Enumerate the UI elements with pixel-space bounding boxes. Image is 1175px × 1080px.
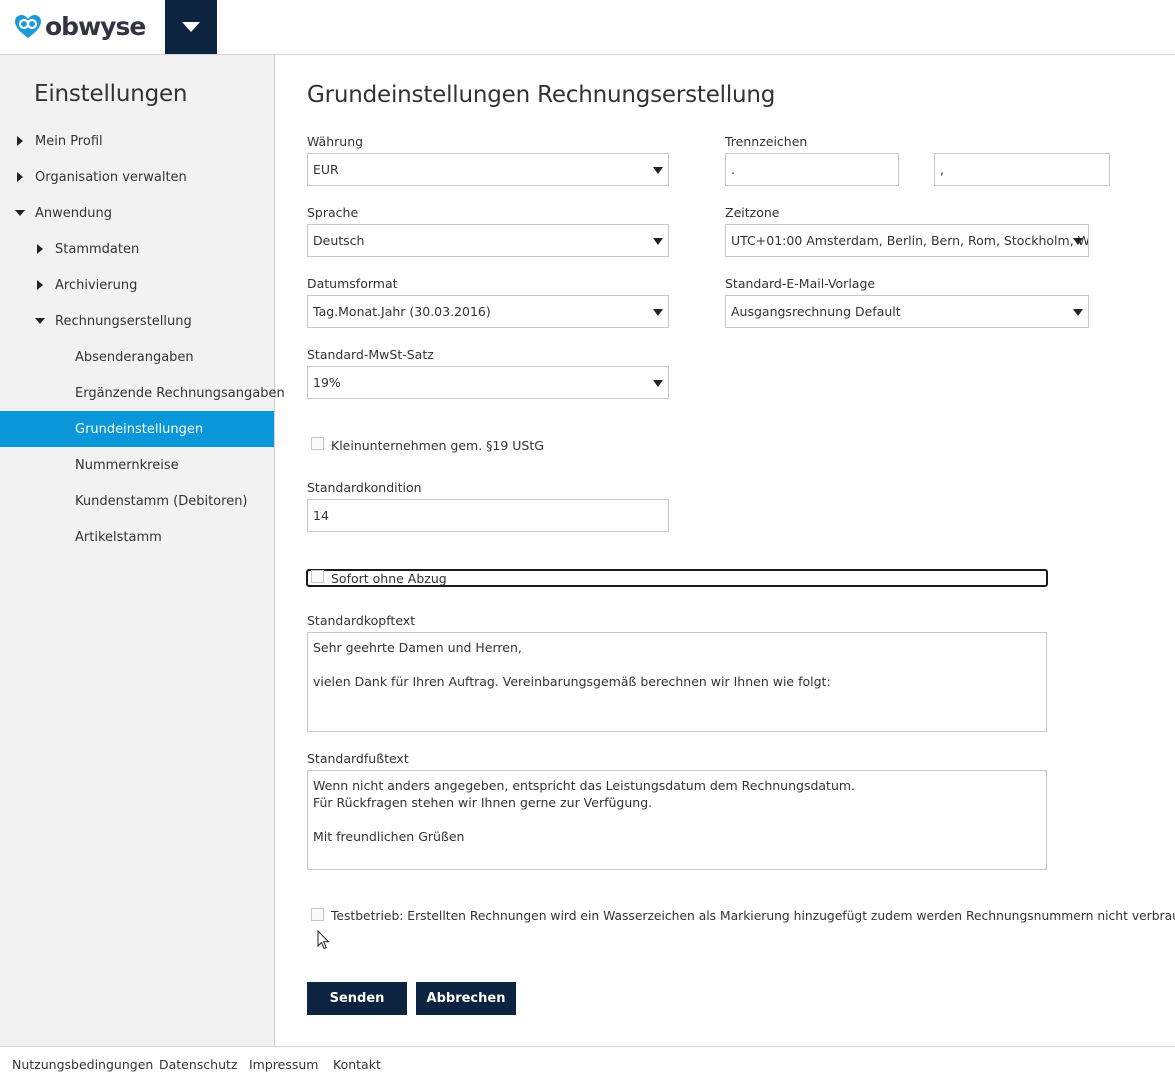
testbetrieb-row: Testbetrieb: Erstellten Rechnungen wird …	[311, 907, 1175, 923]
sidebar-item-label: Kundenstamm (Debitoren)	[75, 493, 248, 509]
kleinunternehmen-row: Kleinunternehmen gem. §19 UStG	[311, 437, 544, 453]
waehrung-label: Währung	[307, 134, 364, 149]
sidebar-item-kundenstamm[interactable]: Kundenstamm (Debitoren)	[0, 483, 274, 519]
fusstext-line: Wenn nicht anders angegeben, entspricht …	[313, 778, 856, 793]
sidebar-item-label: Grundeinstellungen	[75, 421, 204, 437]
kopftext-textarea[interactable]: Sehr geehrte Damen und Herren, vielen Da…	[307, 632, 1047, 732]
senden-button[interactable]: Senden	[307, 982, 407, 1015]
fusstext-line: Mit freundlichen Grüßen	[313, 829, 465, 844]
fusstext-line: Für Rückfragen stehen wir Ihnen gerne zu…	[313, 795, 653, 810]
sprache-select[interactable]: Deutsch	[307, 224, 669, 257]
page-title: Grundeinstellungen Rechnungserstellung	[307, 82, 776, 108]
kopftext-label: Standardkopftext	[307, 613, 416, 628]
sidebar-item-label: Organisation verwalten	[35, 169, 187, 185]
datumsformat-label: Datumsformat	[307, 276, 398, 291]
trennzeichen-label: Trennzeichen	[725, 134, 808, 149]
trennzeichen-dezimal-input[interactable]: ,	[934, 153, 1110, 186]
sidebar-item-label: Rechnungserstellung	[55, 313, 192, 329]
footer-link-nutzungsbedingungen[interactable]: Nutzungsbedingungen	[12, 1057, 153, 1072]
kleinunternehmen-label: Kleinunternehmen gem. §19 UStG	[331, 438, 544, 453]
zeitzone-label: Zeitzone	[725, 205, 780, 220]
caret-right-icon	[37, 280, 43, 290]
sprache-value: Deutsch	[313, 233, 365, 248]
sidebar-item-stammdaten[interactable]: Stammdaten	[0, 231, 274, 267]
sofort-label: Sofort ohne Abzug	[331, 571, 447, 586]
trennzeichen-tausender-input[interactable]: .	[725, 153, 899, 186]
sidebar-item-label: Artikelstamm	[75, 529, 162, 545]
caret-down-icon	[1073, 238, 1083, 245]
sidebar-item-anwendung[interactable]: Anwendung	[0, 195, 274, 231]
fusstext-line	[313, 811, 1041, 828]
sidebar-item-mein-profil[interactable]: Mein Profil	[0, 123, 274, 159]
datumsformat-value: Tag.Monat.Jahr (30.03.2016)	[313, 304, 491, 319]
kopftext-line	[313, 656, 1041, 673]
sidebar-item-label: Anwendung	[35, 205, 112, 221]
sidebar-title: Einstellungen	[34, 81, 188, 107]
mwst-value: 19%	[313, 375, 341, 390]
sidebar-item-organisation[interactable]: Organisation verwalten	[0, 159, 274, 195]
sidebar-item-label: Stammdaten	[55, 241, 140, 257]
zeitzone-select[interactable]: UTC+01:00 Amsterdam, Berlin, Bern, Rom, …	[725, 224, 1089, 257]
waehrung-value: EUR	[313, 162, 339, 177]
caret-down-icon	[653, 380, 663, 387]
page-footer: Nutzungsbedingungen Datenschutz Impressu…	[0, 1046, 1175, 1080]
caret-down-icon	[1073, 309, 1083, 316]
main-content: Grundeinstellungen Rechnungserstellung W…	[275, 55, 1175, 1046]
sidebar-item-label: Absenderangaben	[75, 349, 194, 365]
obwyse-logo[interactable]: obwyse	[14, 12, 146, 42]
sidebar-item-label: Archivierung	[55, 277, 138, 293]
footer-link-kontakt[interactable]: Kontakt	[333, 1057, 381, 1072]
waehrung-select[interactable]: EUR	[307, 153, 669, 186]
sidebar-item-rechnungserstellung[interactable]: Rechnungserstellung	[0, 303, 274, 339]
caret-down-icon	[653, 238, 663, 245]
caret-down-icon	[35, 318, 45, 324]
testbetrieb-checkbox[interactable]	[311, 907, 324, 921]
zeitzone-value: UTC+01:00 Amsterdam, Berlin, Bern, Rom, …	[731, 233, 1088, 248]
caret-down-icon	[653, 167, 663, 174]
sofort-checkbox[interactable]	[311, 570, 324, 583]
footer-link-impressum[interactable]: Impressum	[249, 1057, 318, 1072]
sidebar-item-archivierung[interactable]: Archivierung	[0, 267, 274, 303]
fusstext-label: Standardfußtext	[307, 751, 409, 766]
footer-link-datenschutz[interactable]: Datenschutz	[159, 1057, 238, 1072]
mwst-label: Standard-MwSt-Satz	[307, 347, 434, 362]
standardkondition-input[interactable]: 14	[307, 499, 669, 532]
standardkondition-label: Standardkondition	[307, 480, 422, 495]
heart-logo-icon	[15, 15, 41, 38]
testbetrieb-label: Testbetrieb: Erstellten Rechnungen wird …	[331, 909, 1175, 923]
caret-right-icon	[17, 172, 23, 182]
abbrechen-button[interactable]: Abbrechen	[416, 982, 516, 1015]
sidebar-item-nummernkreise[interactable]: Nummernkreise	[0, 447, 274, 483]
datumsformat-select[interactable]: Tag.Monat.Jahr (30.03.2016)	[307, 295, 669, 328]
sidebar-item-label: Nummernkreise	[75, 457, 179, 473]
mouse-cursor-icon	[317, 930, 330, 950]
mwst-select[interactable]: 19%	[307, 366, 669, 399]
caret-right-icon	[17, 136, 23, 146]
logo-text: obwyse	[45, 12, 146, 41]
sidebar-item-label: Mein Profil	[35, 133, 103, 149]
caret-down-icon	[182, 22, 200, 32]
sidebar-item-artikelstamm[interactable]: Artikelstamm	[0, 519, 274, 555]
settings-sidebar: Einstellungen Mein Profil Organisation v…	[0, 55, 285, 1046]
sidebar-item-grundeinstellungen[interactable]: Grundeinstellungen	[0, 411, 274, 447]
caret-down-icon	[15, 210, 25, 216]
email-vorlage-select[interactable]: Ausgangsrechnung Default	[725, 295, 1089, 328]
sidebar-item-ergaenzende-rechnungsangaben[interactable]: Ergänzende Rechnungsangaben	[0, 375, 285, 411]
menu-dropdown-button[interactable]	[165, 0, 217, 54]
sofort-row: Sofort ohne Abzug	[311, 570, 447, 586]
sidebar-item-label: Ergänzende Rechnungsangaben	[75, 385, 285, 401]
kleinunternehmen-checkbox[interactable]	[311, 437, 324, 450]
email-vorlage-value: Ausgangsrechnung Default	[731, 304, 901, 319]
email-vorlage-label: Standard-E-Mail-Vorlage	[725, 276, 876, 291]
caret-right-icon	[37, 244, 43, 254]
app-header: obwyse	[0, 0, 1175, 55]
kopftext-line: Sehr geehrte Damen und Herren,	[313, 640, 522, 655]
kopftext-line: vielen Dank für Ihren Auftrag. Vereinbar…	[313, 674, 831, 689]
sidebar-item-absenderangaben[interactable]: Absenderangaben	[0, 339, 274, 375]
sprache-label: Sprache	[307, 205, 359, 220]
fusstext-textarea[interactable]: Wenn nicht anders angegeben, entspricht …	[307, 770, 1047, 870]
caret-down-icon	[653, 309, 663, 316]
